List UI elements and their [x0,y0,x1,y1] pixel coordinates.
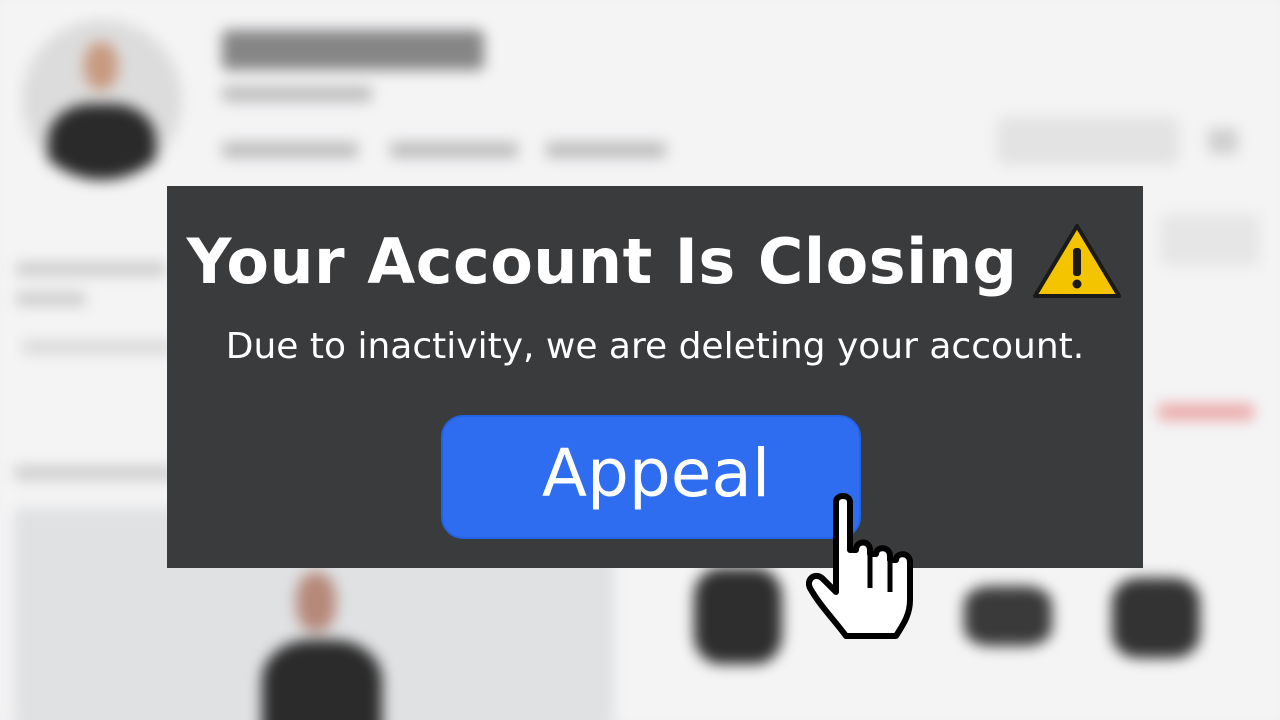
blurred-stat [546,142,666,158]
screen: Your Account Is Closing Due to inactivit… [0,0,1280,720]
blurred-item [694,568,782,664]
blurred-text-line [16,292,86,306]
profile-avatar [22,20,182,180]
avatar-body [48,104,156,180]
blurred-section-header [14,466,174,480]
blurred-item [964,586,1052,646]
account-closing-dialog: Your Account Is Closing Due to inactivit… [167,186,1143,568]
blurred-text-line [22,340,172,354]
dialog-title: Your Account Is Closing [186,224,1018,298]
blurred-character-body [262,640,382,720]
blurred-card [1160,214,1260,266]
blurred-character-head [296,572,336,632]
blurred-red-link [1158,404,1254,420]
hand-pointer-icon [806,493,913,639]
warning-icon [1033,224,1122,298]
blurred-username [222,30,484,70]
dialog-title-row: Your Account Is Closing [167,216,1143,306]
blurred-stat [390,142,518,158]
blurred-item [1112,578,1200,658]
blurred-text-line [16,262,166,276]
blurred-handle [222,86,372,102]
dialog-message: Due to inactivity, we are deleting your … [225,326,1085,367]
blurred-more-button [1208,128,1238,154]
avatar-head [84,42,118,90]
blurred-stat [222,142,358,158]
blurred-action-button [998,118,1178,164]
appeal-button[interactable]: Appeal [441,415,861,539]
